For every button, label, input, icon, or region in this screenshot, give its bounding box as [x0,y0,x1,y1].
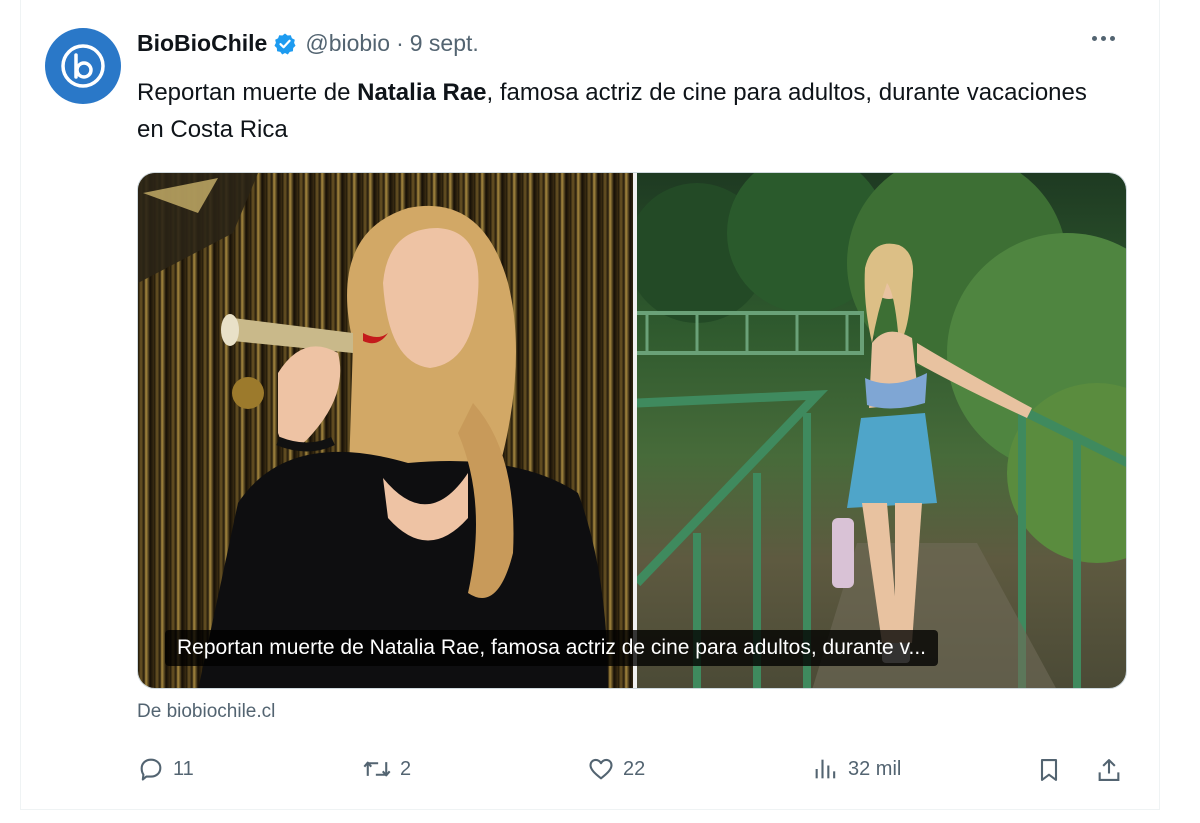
reply-count: 11 [173,757,194,780]
card-photo-left [138,173,633,688]
views-button[interactable]: 32 mil [812,755,901,783]
avatar[interactable] [45,28,121,104]
heart-icon [589,758,613,780]
views-chart-icon [815,759,836,779]
tweet-actions: 11 2 22 32 mil [137,755,1127,791]
repost-count: 2 [400,757,412,780]
tweet-text-name: Natalia Rae [357,79,487,106]
biobio-logo-icon [61,44,105,88]
share-icon [1098,759,1120,781]
author-name[interactable]: BioBioChile [137,30,267,57]
reply-button[interactable]: 11 [137,755,194,783]
like-button[interactable]: 22 [587,755,645,783]
header-separator: · [396,30,404,56]
more-options-icon[interactable] [1092,36,1115,41]
card-caption: Reportan muerte de Natalia Rae, famosa a… [165,630,939,666]
share-button[interactable] [1095,755,1123,785]
repost-button[interactable]: 2 [362,755,411,783]
tweet-text-start: Reportan muerte de [137,79,358,106]
author-handle[interactable]: @biobio [305,30,390,57]
card-photo-right [637,173,1126,688]
tweet-text: Reportan muerte de Natalia Rae, famosa a… [137,74,1097,148]
reply-icon [140,758,162,781]
tweet-header: BioBioChile @biobio · 9 sept. [137,30,479,57]
bookmark-button[interactable] [1035,755,1063,785]
tweet-date[interactable]: 9 sept. [410,30,479,57]
card-source-link[interactable]: De biobiochile.cl [137,701,275,723]
repost-icon [363,761,391,777]
verified-badge-icon[interactable] [273,32,297,56]
views-count: 32 mil [848,757,902,780]
bookmark-icon [1040,759,1058,781]
like-count: 22 [623,757,646,780]
link-card[interactable] [137,172,1127,689]
